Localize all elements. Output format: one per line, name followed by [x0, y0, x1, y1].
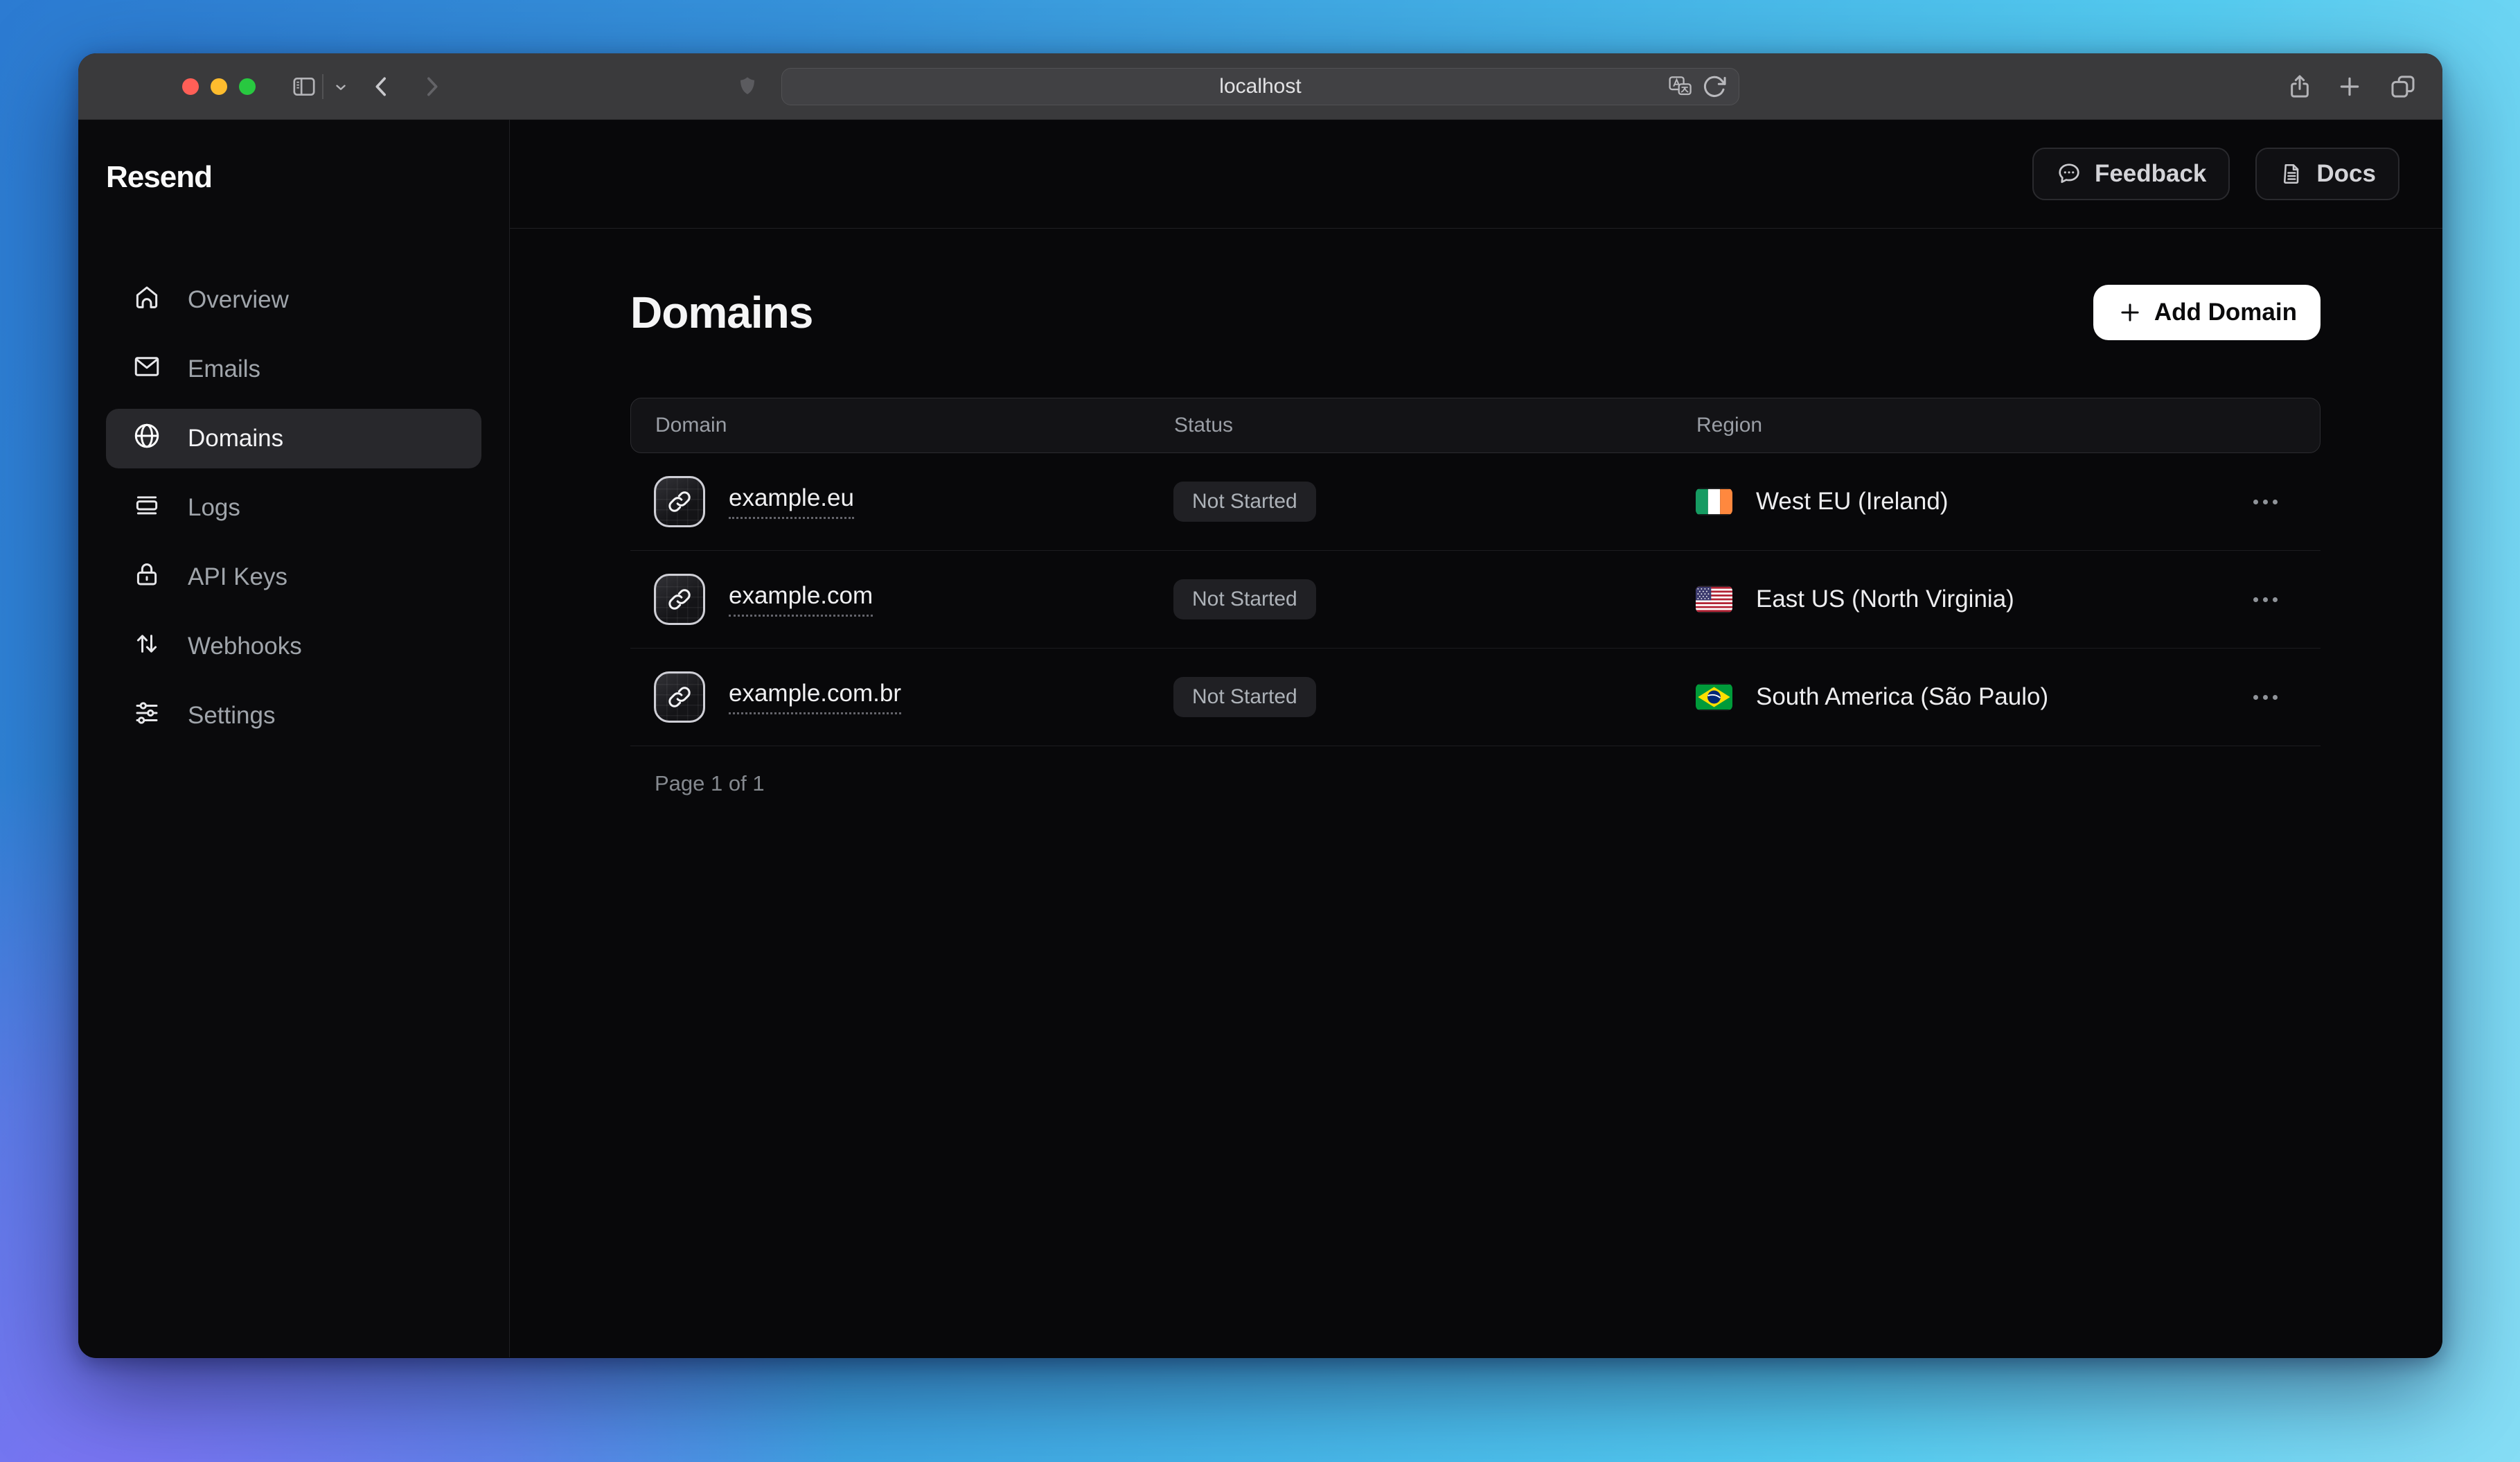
column-header-status: Status: [1174, 414, 1696, 437]
document-icon: [2279, 161, 2304, 187]
sidebar-item-overview[interactable]: Overview: [106, 270, 481, 330]
new-tab-icon[interactable]: [2336, 73, 2363, 100]
plus-icon: [2117, 299, 2143, 326]
table-header-row: Domain Status Region: [630, 398, 2321, 453]
sidebar-item-label: Domains: [188, 425, 283, 452]
row-actions-ellipsis-icon[interactable]: [2253, 649, 2321, 746]
titlebar-separator: [322, 74, 323, 99]
sidebar-item-emails[interactable]: Emails: [106, 340, 481, 399]
back-icon[interactable]: [368, 73, 396, 100]
browser-titlebar: localhost: [78, 53, 2442, 120]
share-icon[interactable]: [2286, 73, 2314, 100]
sidebar-item-label: Emails: [188, 355, 260, 383]
address-bar[interactable]: localhost: [781, 68, 1739, 105]
docs-button-label: Docs: [2316, 160, 2376, 188]
sidebar: Resend Overview: [78, 120, 510, 1357]
brazil-flag-icon: [1696, 683, 1732, 711]
column-header-region: Region: [1696, 414, 2320, 437]
region-name: West EU (Ireland): [1756, 488, 1949, 516]
row-actions-ellipsis-icon[interactable]: [2253, 453, 2321, 550]
lock-icon: [132, 560, 161, 595]
sidebar-item-logs[interactable]: Logs: [106, 478, 481, 538]
resend-logo: Resend: [106, 160, 481, 195]
sidebar-item-label: Logs: [188, 494, 240, 522]
sidebar-item-api-keys[interactable]: API Keys: [106, 547, 481, 607]
status-badge: Not Started: [1173, 677, 1316, 717]
region-name: East US (North Virginia): [1756, 585, 2014, 613]
sidebar-item-label: Webhooks: [188, 633, 302, 660]
forward-icon[interactable]: [418, 73, 445, 100]
minimize-window-button[interactable]: [211, 78, 227, 95]
logs-icon: [132, 491, 161, 526]
domain-link[interactable]: example.com: [729, 582, 873, 617]
column-header-domain: Domain: [631, 414, 1174, 437]
chevron-down-icon[interactable]: [332, 80, 350, 95]
table-row: example.eu Not Started West EU (Ireland): [630, 453, 2321, 551]
sidebar-item-settings[interactable]: Settings: [106, 686, 481, 746]
desktop-background: localhost: [0, 0, 2520, 1462]
sidebar-item-domains[interactable]: Domains: [106, 409, 481, 468]
sidebar-item-webhooks[interactable]: Webhooks: [106, 617, 481, 676]
reload-icon[interactable]: [1701, 74, 1728, 100]
privacy-shield-icon[interactable]: [736, 75, 758, 100]
browser-window: localhost: [78, 53, 2442, 1358]
sidebar-nav: Overview Emails: [106, 270, 481, 746]
link-icon: [654, 574, 705, 625]
feedback-button-label: Feedback: [2095, 160, 2206, 188]
sidebar-item-label: API Keys: [188, 563, 287, 591]
table-row: example.com Not Started: [630, 551, 2321, 649]
add-domain-button-label: Add Domain: [2154, 299, 2297, 326]
sidebar-item-label: Settings: [188, 702, 275, 730]
usa-flag-icon: [1696, 585, 1732, 613]
main-content: Feedback Docs: [510, 120, 2442, 1357]
feedback-bubble-icon: [2056, 161, 2082, 187]
domain-link[interactable]: example.eu: [729, 484, 854, 519]
domain-link[interactable]: example.com.br: [729, 680, 901, 714]
ireland-flag-icon: [1696, 488, 1732, 516]
link-icon: [654, 476, 705, 527]
status-badge: Not Started: [1173, 482, 1316, 522]
close-window-button[interactable]: [182, 78, 199, 95]
sliders-icon: [132, 698, 161, 734]
app-root: Resend Overview: [78, 120, 2442, 1357]
mail-icon: [132, 352, 161, 387]
status-badge: Not Started: [1173, 579, 1316, 619]
sidebar-toggle-icon[interactable]: [290, 73, 319, 100]
domains-table: Domain Status Region: [630, 398, 2321, 746]
table-row: example.com.br Not Started: [630, 649, 2321, 746]
sidebar-item-label: Overview: [188, 286, 289, 314]
docs-button[interactable]: Docs: [2255, 148, 2399, 200]
home-icon: [132, 283, 161, 318]
row-actions-ellipsis-icon[interactable]: [2253, 551, 2321, 648]
add-domain-button[interactable]: Add Domain: [2093, 285, 2321, 340]
pagination-status: Page 1 of 1: [630, 771, 2321, 796]
feedback-button[interactable]: Feedback: [2032, 148, 2230, 200]
page-title: Domains: [630, 287, 813, 338]
zoom-window-button[interactable]: [239, 78, 256, 95]
arrows-up-down-icon: [132, 629, 161, 664]
tab-overview-icon[interactable]: [2389, 73, 2417, 100]
translate-icon[interactable]: [1667, 73, 1694, 101]
globe-icon: [132, 421, 161, 457]
url-text: localhost: [1219, 75, 1301, 98]
domains-page: Domains Add Domain Domain: [510, 229, 2442, 796]
link-icon: [654, 671, 705, 723]
region-name: South America (São Paulo): [1756, 683, 2048, 711]
app-header: Feedback Docs: [510, 120, 2442, 229]
